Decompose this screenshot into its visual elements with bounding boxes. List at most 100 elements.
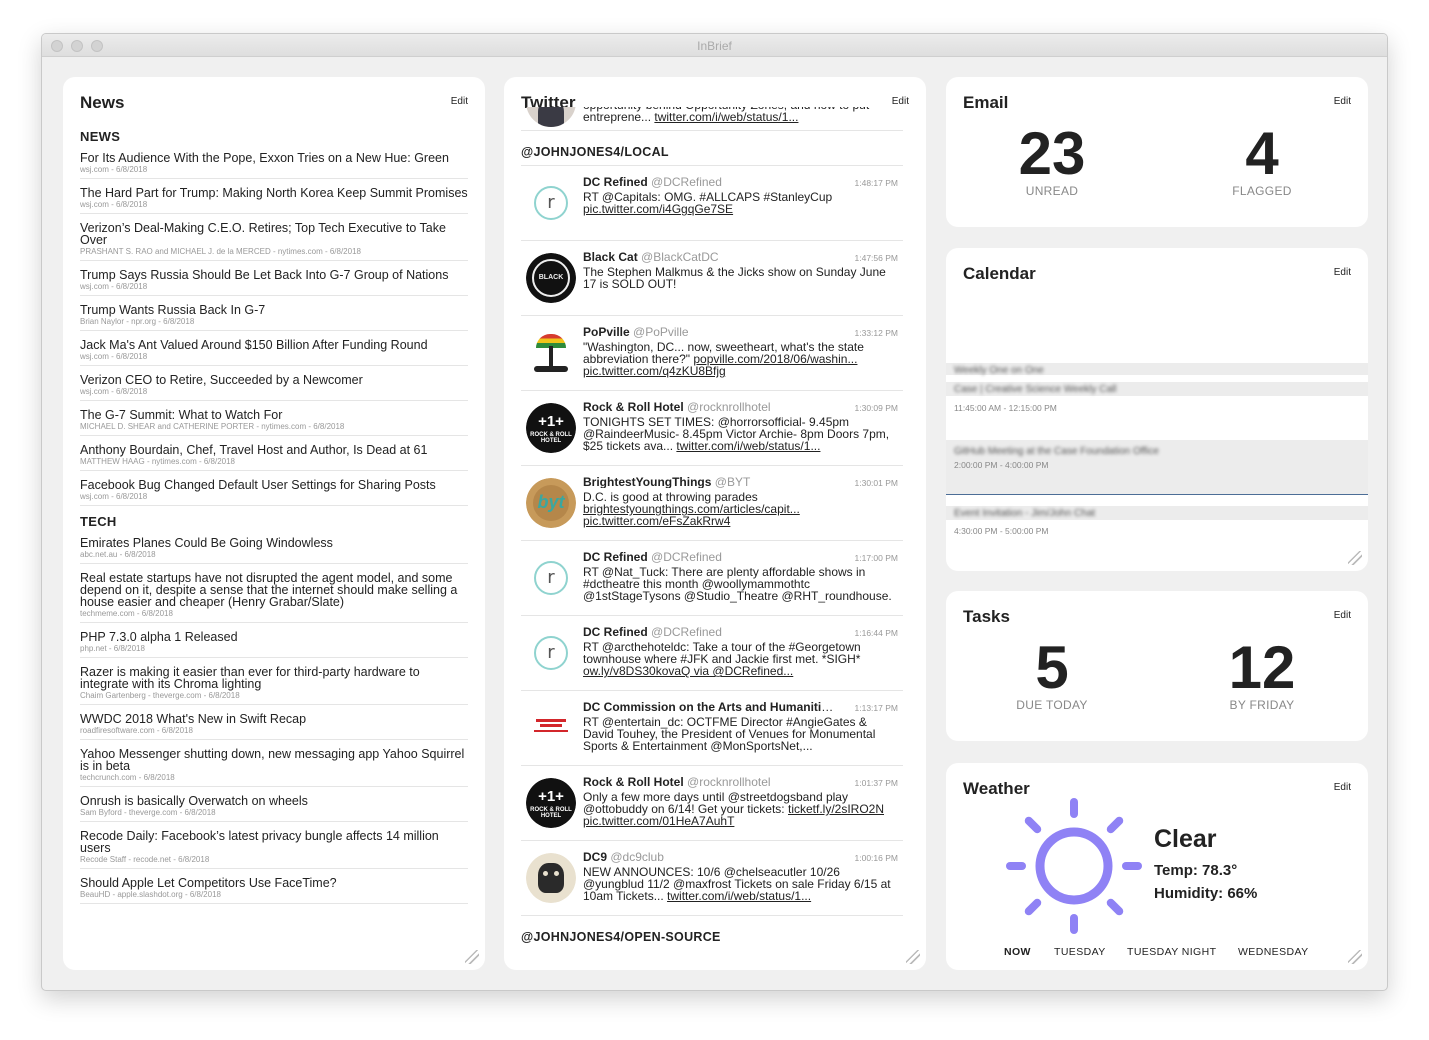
tweet-author[interactable]: DC9 [583, 851, 607, 863]
news-item[interactable]: Jack Ma's Ant Valued Around $150 Billion… [80, 339, 468, 366]
tweet-link[interactable]: pic.twitter.com/i4GgqGe7SE [583, 202, 733, 216]
tasks-edit-button[interactable]: Edit [1334, 610, 1351, 621]
tweet-author[interactable]: DC Refined [583, 551, 648, 563]
resize-handle-icon[interactable] [1348, 551, 1362, 565]
tweet-handle[interactable]: @BYT [715, 476, 751, 488]
news-item[interactable]: PHP 7.3.0 alpha 1 Released php.net - 6/8/… [80, 631, 468, 658]
news-item-title[interactable]: Trump Wants Russia Back In G-7 [80, 304, 468, 317]
news-item[interactable]: Verizon CEO to Retire, Succeeded by a Ne… [80, 374, 468, 401]
by-friday-count[interactable]: 12 [1172, 633, 1352, 702]
avatar[interactable] [526, 703, 576, 753]
news-item-title[interactable]: Recode Daily: Facebook’s latest privacy … [80, 830, 468, 855]
tweet-link[interactable]: twitter.com/i/web/status/1... [676, 439, 820, 453]
weather-tab-wednesday[interactable]: WEDNESDAY [1238, 946, 1309, 958]
tweet[interactable]: 1:13:17 PM DC Commission on the Arts and … [521, 691, 903, 766]
weather-tab-tuesday[interactable]: TUESDAY [1054, 946, 1106, 958]
tweet-author[interactable]: Rock & Roll Hotel [583, 776, 684, 788]
news-item-title[interactable]: Verizon’s Deal-Making C.E.O. Retires; To… [80, 222, 468, 247]
resize-handle-icon[interactable] [1348, 950, 1362, 964]
tweet-link[interactable]: brightestyoungthings.com/articles/capit.… [583, 502, 800, 528]
calendar-event[interactable]: Case | Creative Science Weekly Call 11:4… [946, 380, 1368, 420]
news-item-title[interactable]: The Hard Part for Trump: Making North Ko… [80, 187, 468, 200]
news-item-title[interactable]: Should Apple Let Competitors Use FaceTim… [80, 877, 468, 890]
weather-edit-button[interactable]: Edit [1334, 782, 1351, 793]
tweet[interactable]: +1+ ROCK & ROLL HOTEL 1:30:09 PM Rock & Roll… [521, 391, 903, 466]
avatar[interactable]: r [526, 628, 576, 678]
tweet[interactable]: r 1:48:17 PM DC Refined @DCRefined RT @Capi… [521, 166, 903, 241]
news-item-title[interactable]: Yahoo Messenger shutting down, new messa… [80, 748, 468, 773]
news-item[interactable]: Yahoo Messenger shutting down, new messa… [80, 748, 468, 787]
calendar-edit-button[interactable]: Edit [1334, 267, 1351, 278]
news-item[interactable]: WWDC 2018 What's New in Swift Recap roadf… [80, 713, 468, 740]
news-item-title[interactable]: Onrush is basically Overwatch on wheels [80, 795, 468, 808]
avatar[interactable]: r [526, 178, 576, 228]
email-edit-button[interactable]: Edit [1334, 96, 1351, 107]
news-item[interactable]: Facebook Bug Changed Default User Settin… [80, 479, 468, 506]
avatar[interactable]: r [526, 553, 576, 603]
resize-handle-icon[interactable] [906, 950, 920, 964]
calendar-event[interactable]: GitHub Meeting at the Case Foundation Of… [946, 440, 1368, 495]
tweet-handle[interactable]: @PoPville [633, 326, 689, 338]
news-item[interactable]: Real estate startups have not disrupted … [80, 572, 468, 623]
tweet-link[interactable]: ow.ly/v8DS30kovaQ via @DCRefined... [583, 664, 793, 678]
news-item[interactable]: The G-7 Summit: What to Watch For MICHAEL… [80, 409, 468, 436]
tweet-author[interactable]: Rock & Roll Hotel [583, 401, 684, 413]
tweet-author[interactable]: BrightestYoungThings [583, 476, 711, 488]
avatar[interactable]: +1+ ROCK & ROLL HOTEL [526, 403, 576, 453]
tweet-link[interactable]: twitter.com/i/web/status/1... [654, 110, 798, 124]
tweet-handle[interactable]: @BlackCatDC [641, 251, 719, 263]
twitter-feed[interactable]: opportunity behind Opportunity Zones, an… [521, 107, 903, 967]
news-item-title[interactable]: Anthony Bourdain, Chef, Travel Host and … [80, 444, 468, 457]
tweet-handle[interactable]: @DCRefined [651, 626, 722, 638]
calendar-event[interactable]: Weekly One on One [946, 363, 1368, 376]
tweet[interactable]: 1:33:12 PM PoPville @PoPville "Washington,… [521, 316, 903, 391]
news-item-title[interactable]: Trump Says Russia Should Be Let Back Int… [80, 269, 468, 282]
news-item-title[interactable]: Emirates Planes Could Be Going Windowles… [80, 537, 468, 550]
resize-handle-icon[interactable] [465, 950, 479, 964]
news-item-title[interactable]: For Its Audience With the Pope, Exxon Tr… [80, 152, 468, 165]
tweet-link[interactable]: twitter.com/i/web/status/1... [667, 889, 811, 903]
news-item[interactable]: Emirates Planes Could Be Going Windowles… [80, 537, 468, 564]
news-item-title[interactable]: WWDC 2018 What's New in Swift Recap [80, 713, 468, 726]
news-item[interactable]: Trump Wants Russia Back In G-7 Brian Nayl… [80, 304, 468, 331]
calendar-event[interactable]: Event Invitation - Jim/John Chat 4:30:00… [946, 506, 1368, 546]
tweet-author[interactable]: Black Cat [583, 251, 638, 263]
news-item-title[interactable]: Verizon CEO to Retire, Succeeded by a Ne… [80, 374, 468, 387]
unread-count[interactable]: 23 [962, 119, 1142, 188]
avatar[interactable] [526, 328, 576, 378]
twitter-edit-button[interactable]: Edit [892, 96, 909, 107]
tweet[interactable]: BLACK CAT1:47:56 PMBlack Cat @BlackCatDC… [521, 241, 903, 316]
tweet[interactable]: byt 1:30:01 PM BrightestYoungThings @BYT D.… [521, 466, 903, 541]
tweet-handle[interactable]: @DCRefined [651, 176, 722, 188]
tweet-author[interactable]: DC Commission on the Arts and Humanities… [583, 701, 872, 713]
news-item-title[interactable]: PHP 7.3.0 alpha 1 Released [80, 631, 468, 644]
weather-tab-now[interactable]: NOW [1004, 946, 1031, 958]
flagged-count[interactable]: 4 [1172, 119, 1352, 188]
tweet[interactable]: 1:00:16 PM DC9 @dc9club NEW ANNOUNCES: 10/… [521, 841, 903, 916]
news-item[interactable]: Recode Daily: Facebook’s latest privacy … [80, 830, 468, 869]
news-item-title[interactable]: Real estate startups have not disrupted … [80, 572, 468, 609]
due-today-count[interactable]: 5 [962, 633, 1142, 702]
news-item[interactable]: Trump Says Russia Should Be Let Back Int… [80, 269, 468, 296]
tweet[interactable]: +1+ ROCK & ROLL HOTEL 1:01:37 PM Rock & Roll… [521, 766, 903, 841]
news-item[interactable]: The Hard Part for Trump: Making North Ko… [80, 187, 468, 214]
news-item-title[interactable]: Razer is making it easier than ever for … [80, 666, 468, 691]
news-item-title[interactable]: Facebook Bug Changed Default User Settin… [80, 479, 468, 492]
tweet-handle[interactable]: @rocknrollhotel [687, 776, 771, 788]
news-item[interactable]: Razer is making it easier than ever for … [80, 666, 468, 705]
avatar[interactable]: +1+ ROCK & ROLL HOTEL [526, 778, 576, 828]
tweet-handle[interactable]: @... [875, 701, 897, 713]
tweet-author[interactable]: PoPville [583, 326, 630, 338]
tweet-handle[interactable]: @rocknrollhotel [687, 401, 771, 413]
news-item[interactable]: Anthony Bourdain, Chef, Travel Host and … [80, 444, 468, 471]
news-item-title[interactable]: The G-7 Summit: What to Watch For [80, 409, 468, 422]
avatar[interactable]: BLACK CAT [526, 253, 576, 303]
news-item[interactable]: Onrush is basically Overwatch on wheels S… [80, 795, 468, 822]
tweet-author[interactable]: DC Refined [583, 176, 648, 188]
avatar[interactable] [526, 853, 576, 903]
news-item[interactable]: Should Apple Let Competitors Use FaceTim… [80, 877, 468, 904]
news-edit-button[interactable]: Edit [451, 96, 468, 107]
tweet[interactable]: r 1:17:00 PM DC Refined @DCRefined RT @Nat_… [521, 541, 903, 616]
news-item-title[interactable]: Jack Ma's Ant Valued Around $150 Billion… [80, 339, 468, 352]
avatar[interactable]: byt [526, 478, 576, 528]
